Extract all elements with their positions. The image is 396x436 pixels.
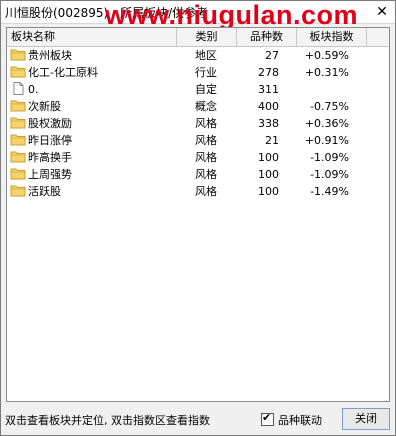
block-type: 概念	[195, 100, 217, 113]
block-name: 上周强势	[28, 168, 72, 181]
block-count: 311	[258, 83, 279, 96]
table-header: 板块名称 类别 品种数 板块指数	[7, 28, 389, 47]
block-index[interactable]: +0.59%	[297, 47, 349, 64]
block-index[interactable]: +0.36%	[297, 115, 349, 132]
block-count: 27	[265, 49, 279, 62]
check-icon: ✔	[262, 411, 272, 424]
block-name-cell[interactable]: 次新股	[10, 98, 190, 115]
close-button[interactable]: 关闭	[342, 408, 390, 430]
table-row[interactable]: 化工-化工原料 行业 278 +0.31%	[7, 64, 389, 81]
dialog-window: 川恒股份(002895) - 所属板块/供参考 www.niugulan.com…	[0, 0, 396, 436]
block-type: 风格	[195, 185, 217, 198]
block-type: 风格	[195, 168, 217, 181]
block-index[interactable]: +0.31%	[297, 64, 349, 81]
block-name: 昨日涨停	[28, 134, 72, 147]
block-type: 行业	[195, 66, 217, 79]
block-index[interactable]	[297, 81, 349, 98]
block-name: 贵州板块	[28, 49, 72, 62]
block-name: 0.	[28, 83, 39, 96]
table-row[interactable]: 昨日涨停 风格 21 +0.91%	[7, 132, 389, 149]
block-type: 风格	[195, 134, 217, 147]
block-index[interactable]: -1.09%	[297, 166, 349, 183]
folder-icon	[10, 48, 26, 61]
table-row[interactable]: 股权激励 风格 338 +0.36%	[7, 115, 389, 132]
block-count: 400	[258, 100, 279, 113]
block-name-cell[interactable]: 上周强势	[10, 166, 190, 183]
block-type: 风格	[195, 117, 217, 130]
block-count: 21	[265, 134, 279, 147]
block-name-cell[interactable]: 昨高换手	[10, 149, 190, 166]
status-hint: 双击查看板块并定位, 双击指数区查看指数	[5, 414, 210, 427]
table-row[interactable]: 次新股 概念 400 -0.75%	[7, 98, 389, 115]
block-name-cell[interactable]: 化工-化工原料	[10, 64, 190, 81]
block-count: 278	[258, 66, 279, 79]
table-row[interactable]: 上周强势 风格 100 -1.09%	[7, 166, 389, 183]
block-name: 昨高换手	[28, 151, 72, 164]
document-icon	[10, 82, 26, 95]
block-count: 338	[258, 117, 279, 130]
linkage-label: 品种联动	[278, 414, 322, 427]
folder-icon	[10, 150, 26, 163]
block-name-cell[interactable]: 活跃股	[10, 183, 190, 200]
block-type: 自定	[195, 83, 217, 96]
block-name: 股权激励	[28, 117, 72, 130]
folder-icon	[10, 167, 26, 180]
block-count: 100	[258, 168, 279, 181]
block-index[interactable]: -0.75%	[297, 98, 349, 115]
block-index[interactable]: +0.91%	[297, 132, 349, 149]
checkbox-box[interactable]: ✔	[261, 411, 274, 426]
block-table: 板块名称 类别 品种数 板块指数 贵州板块 地区 27 +0.59% 化工-化工原料 行业…	[6, 27, 390, 402]
header-count[interactable]: 品种数	[237, 28, 297, 46]
folder-icon	[10, 133, 26, 146]
block-name-cell[interactable]: 0.	[10, 81, 190, 98]
status-bar: 双击查看板块并定位, 双击指数区查看指数 ✔ 品种联动 关闭	[1, 404, 395, 434]
block-type: 地区	[195, 49, 217, 62]
close-icon[interactable]: ✕	[373, 3, 391, 21]
block-index[interactable]: -1.49%	[297, 183, 349, 200]
block-name: 次新股	[28, 100, 61, 113]
table-row[interactable]: 0. 自定 311	[7, 81, 389, 98]
block-name-cell[interactable]: 贵州板块	[10, 47, 190, 64]
folder-icon	[10, 184, 26, 197]
block-type: 风格	[195, 151, 217, 164]
block-index[interactable]: -1.09%	[297, 149, 349, 166]
title-bar: 川恒股份(002895) - 所属板块/供参考 www.niugulan.com…	[1, 0, 395, 30]
block-name-cell[interactable]: 昨日涨停	[10, 132, 190, 149]
header-type[interactable]: 类别	[177, 28, 237, 46]
table-row[interactable]: 活跃股 风格 100 -1.49%	[7, 183, 389, 200]
header-name[interactable]: 板块名称	[7, 28, 177, 46]
block-name-cell[interactable]: 股权激励	[10, 115, 190, 132]
block-count: 100	[258, 185, 279, 198]
header-filler	[367, 28, 389, 46]
block-name: 化工-化工原料	[28, 66, 98, 79]
header-index[interactable]: 板块指数	[297, 28, 367, 46]
linkage-checkbox[interactable]: ✔ 品种联动	[261, 411, 322, 427]
block-name: 活跃股	[28, 185, 61, 198]
folder-icon	[10, 116, 26, 129]
table-row[interactable]: 贵州板块 地区 27 +0.59%	[7, 47, 389, 64]
table-row[interactable]: 昨高换手 风格 100 -1.09%	[7, 149, 389, 166]
folder-icon	[10, 99, 26, 112]
folder-icon	[10, 65, 26, 78]
block-count: 100	[258, 151, 279, 164]
